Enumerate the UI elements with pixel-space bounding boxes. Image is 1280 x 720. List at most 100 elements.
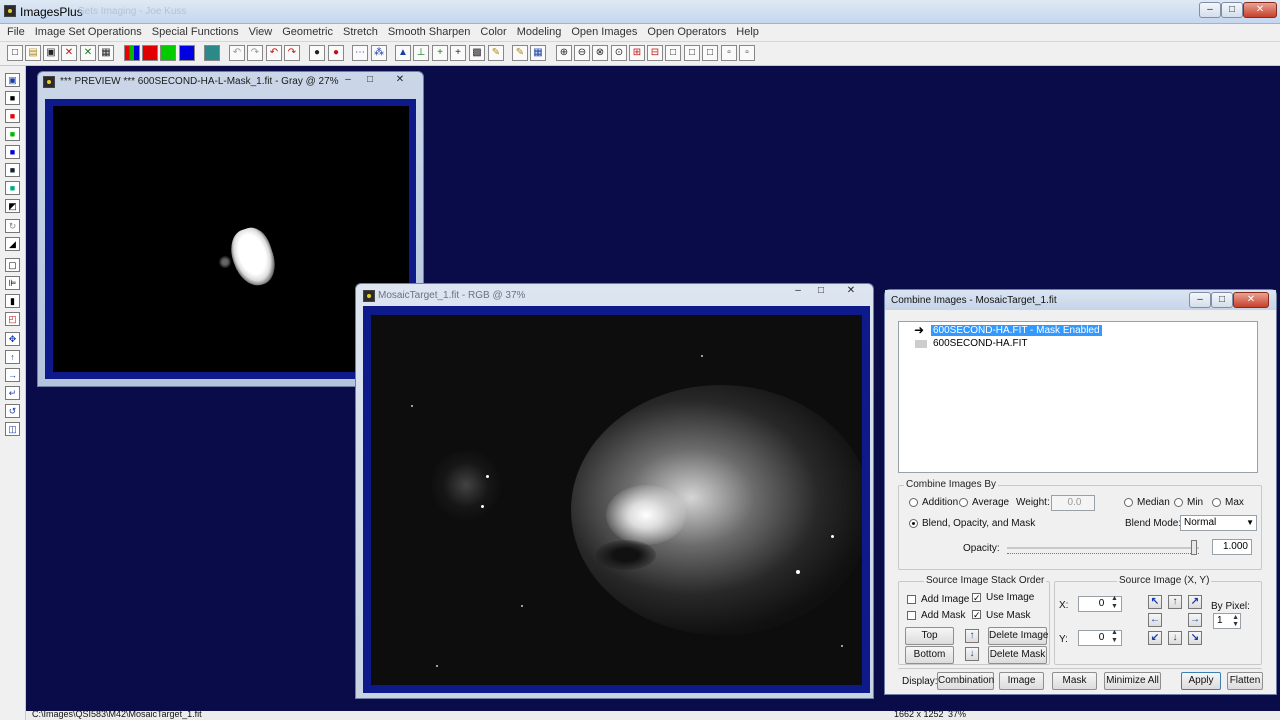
frame3-icon[interactable]: □	[684, 45, 700, 61]
use-image-checkbox[interactable]: ✓	[972, 593, 981, 603]
pencil-icon[interactable]: ✎	[488, 45, 504, 61]
print-icon[interactable]: ▦	[98, 45, 114, 61]
zoom-1-icon[interactable]: ⊗	[592, 45, 608, 61]
delete-mask-button[interactable]: Delete Mask	[988, 646, 1047, 664]
by-pixel-field[interactable]: 1 ▲ ▼	[1213, 613, 1241, 629]
combination-button[interactable]: Combination	[937, 672, 994, 690]
zoom-fit-icon[interactable]: ⊖	[574, 45, 590, 61]
align-icon[interactable]: ⊫	[5, 276, 20, 290]
nudge-up-button[interactable]: ↑	[1168, 595, 1182, 609]
save-icon[interactable]: ▣	[5, 73, 20, 87]
menu-geometric[interactable]: Geometric	[277, 24, 338, 41]
preview-close-button[interactable]: ✕	[390, 74, 410, 87]
preview-minimize-button[interactable]: –	[338, 74, 358, 87]
average-radio[interactable]	[959, 498, 968, 507]
select-icon[interactable]: ◰	[5, 312, 20, 326]
rotate-icon[interactable]: ↻	[5, 219, 20, 233]
max-radio[interactable]	[1212, 498, 1221, 507]
nudge-down-left-button[interactable]: ↙	[1148, 631, 1162, 645]
frame2-icon[interactable]: □	[665, 45, 681, 61]
panel-icon[interactable]: ◫	[5, 422, 20, 436]
table-icon[interactable]: ✎	[512, 45, 528, 61]
opacity-slider[interactable]	[1007, 540, 1199, 555]
blue-icon[interactable]	[179, 45, 195, 61]
teal-swatch-icon[interactable]: ■	[5, 181, 20, 195]
green-swatch-icon[interactable]: ■	[5, 127, 20, 141]
opacity-slider-handle[interactable]	[1191, 540, 1197, 555]
app-maximize-button[interactable]: □	[1221, 2, 1243, 18]
menu-modeling[interactable]: Modeling	[512, 24, 567, 41]
combine-maximize-button[interactable]: □	[1211, 292, 1233, 308]
zoom-minus-icon[interactable]: ⊞	[629, 45, 645, 61]
mosaic-close-button[interactable]: ✕	[841, 285, 861, 298]
gradient-icon[interactable]: ◢	[5, 237, 20, 251]
blend-mode-select[interactable]: Normal ▼	[1180, 515, 1257, 531]
frame4-icon[interactable]: □	[702, 45, 718, 61]
image-button[interactable]: Image	[999, 672, 1044, 690]
menu-view[interactable]: View	[244, 24, 278, 41]
crosshair-icon[interactable]: +	[432, 45, 448, 61]
close-image-icon[interactable]: ✕	[61, 45, 77, 61]
menu-color[interactable]: Color	[475, 24, 511, 41]
addition-radio[interactable]	[909, 498, 918, 507]
zoom-in-icon[interactable]: ▦	[530, 45, 546, 61]
menu-image-set-operations[interactable]: Image Set Operations	[30, 24, 147, 41]
undo-icon[interactable]: ↶	[229, 45, 245, 61]
wrap-icon[interactable]: ↺	[5, 404, 20, 418]
bottom-button[interactable]: Bottom	[905, 646, 954, 664]
minimize-all-button[interactable]: Minimize All	[1104, 672, 1161, 690]
mask-button[interactable]: Mask	[1052, 672, 1097, 690]
stars-icon[interactable]: ⁂	[371, 45, 387, 61]
move-down-button[interactable]: ↓	[965, 647, 979, 661]
black-icon[interactable]: ■	[5, 91, 20, 105]
nudge-down-right-button[interactable]: ↘	[1188, 631, 1202, 645]
median-radio[interactable]	[1124, 498, 1133, 507]
red-icon[interactable]	[142, 45, 158, 61]
use-mask-checkbox[interactable]: ✓	[972, 610, 981, 620]
redo-icon[interactable]: ↷	[247, 45, 263, 61]
menu-open-images[interactable]: Open Images	[566, 24, 642, 41]
histogram-icon[interactable]: ▲	[395, 45, 411, 61]
frame5-icon[interactable]: ▫	[721, 45, 737, 61]
undo-red-icon[interactable]: ↶	[266, 45, 282, 61]
combine-close-button[interactable]: ✕	[1233, 292, 1269, 308]
redo-red-icon[interactable]: ↷	[284, 45, 300, 61]
nudge-up-right-button[interactable]: ↗	[1188, 595, 1202, 609]
add-mask-checkbox[interactable]	[907, 611, 916, 620]
channel-icon[interactable]	[204, 45, 220, 61]
apply-button[interactable]: Apply	[1181, 672, 1221, 690]
move-up-button[interactable]: ↑	[965, 629, 979, 643]
nudge-down-button[interactable]: ↓	[1168, 631, 1182, 645]
close-all-icon[interactable]: ✕	[80, 45, 96, 61]
move-icon[interactable]: ✥	[5, 332, 20, 346]
return-icon[interactable]: ↵	[5, 386, 20, 400]
nudge-up-left-button[interactable]: ↖	[1148, 595, 1162, 609]
top-button[interactable]: Top	[905, 627, 954, 645]
invert-icon[interactable]: ◩	[5, 199, 20, 213]
arrow-right-icon[interactable]: →	[5, 368, 20, 382]
preview-maximize-button[interactable]: □	[360, 74, 380, 87]
dark-blue-swatch-icon[interactable]: ■	[5, 163, 20, 177]
zoom-plus-icon[interactable]: ⊙	[611, 45, 627, 61]
source-image-list[interactable]: ➜ 600SECOND-HA.FIT - Mask Enabled 600SEC…	[898, 321, 1258, 473]
palette-icon[interactable]: ▩	[469, 45, 485, 61]
weight-field[interactable]: 0.0	[1051, 495, 1095, 511]
open-icon[interactable]: ▤	[25, 45, 41, 61]
menu-open-operators[interactable]: Open Operators	[642, 24, 731, 41]
frame-icon[interactable]: ⊟	[647, 45, 663, 61]
new-icon[interactable]: □	[7, 45, 23, 61]
app-close-button[interactable]: ✕	[1243, 2, 1277, 18]
blend-radio[interactable]	[909, 519, 918, 528]
crop-icon[interactable]: ▢	[5, 258, 20, 272]
flatten-button[interactable]: Flatten	[1227, 672, 1263, 690]
menu-file[interactable]: File	[2, 24, 30, 41]
grid-icon[interactable]: +	[450, 45, 466, 61]
frame6-icon[interactable]: ▫	[739, 45, 755, 61]
combine-minimize-button[interactable]: –	[1189, 292, 1211, 308]
nudge-left-button[interactable]: ←	[1148, 613, 1162, 627]
min-radio[interactable]	[1174, 498, 1183, 507]
mosaic-minimize-button[interactable]: –	[788, 285, 808, 298]
menu-stretch[interactable]: Stretch	[338, 24, 383, 41]
combine-images-dialog[interactable]: Combine Images - MosaicTarget_1.fit – □ …	[884, 289, 1277, 695]
bar-icon[interactable]: ▮	[5, 294, 20, 308]
